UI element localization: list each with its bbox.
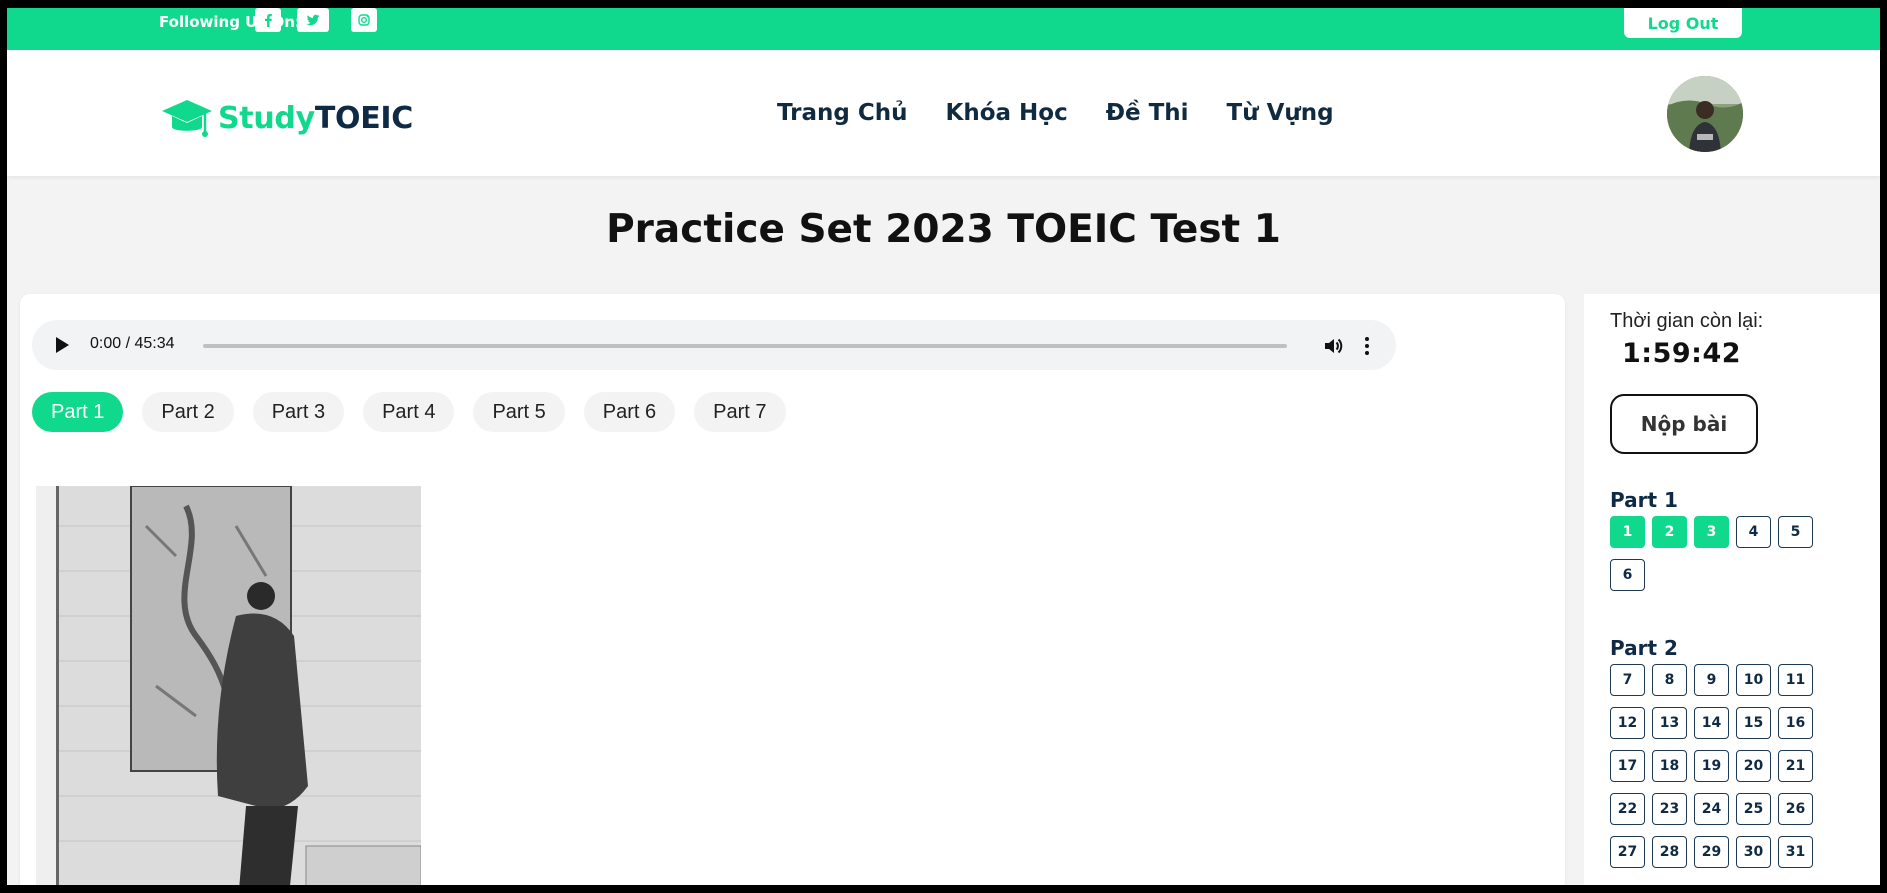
volume-icon[interactable] [1322, 335, 1344, 357]
nav-vocabulary[interactable]: Từ Vựng [1227, 100, 1334, 126]
nav-exams[interactable]: Đề Thi [1106, 100, 1189, 126]
main-nav: Trang Chủ Khóa Học Đề Thi Từ Vựng [777, 100, 1334, 126]
question-button[interactable]: 2 [1652, 516, 1687, 548]
page-title: Practice Set 2023 TOEIC Test 1 [606, 207, 1281, 252]
part2-question-grid: 7 8 9 10 11 12 13 14 15 16 17 18 19 20 2… [1610, 664, 1825, 868]
question-button[interactable]: 18 [1652, 750, 1687, 782]
avatar[interactable] [1667, 76, 1743, 152]
instagram-icon[interactable] [351, 8, 377, 32]
tab-part-3[interactable]: Part 3 [252, 392, 345, 432]
question-button[interactable]: 25 [1736, 793, 1771, 825]
question-button[interactable]: 16 [1778, 707, 1813, 739]
question-button[interactable]: 17 [1610, 750, 1645, 782]
part1-title: Part 1 [1610, 488, 1678, 512]
tab-part-5[interactable]: Part 5 [473, 392, 565, 432]
tab-part-2[interactable]: Part 2 [142, 392, 234, 432]
audio-time: 0:00 / 45:34 [90, 335, 175, 352]
twitter-icon[interactable] [297, 8, 329, 32]
question-button[interactable]: 7 [1610, 664, 1645, 696]
question-button[interactable]: 14 [1694, 707, 1729, 739]
nav-courses[interactable]: Khóa Học [946, 100, 1068, 126]
question-button[interactable]: 22 [1610, 793, 1645, 825]
question-button[interactable]: 15 [1736, 707, 1771, 739]
logo-study: Study [218, 100, 315, 136]
question-button[interactable]: 9 [1694, 664, 1729, 696]
question-photo [36, 486, 421, 885]
question-button[interactable]: 3 [1694, 516, 1729, 548]
question-button[interactable]: 10 [1736, 664, 1771, 696]
test-content-card: 0:00 / 45:34 Part 1 Part 2 Part 3 Part 4… [20, 294, 1565, 885]
browser-viewport: Following Us On: Log Out StudyTOEIC Tran… [7, 8, 1880, 885]
submit-button[interactable]: Nộp bài [1610, 394, 1758, 454]
question-button[interactable]: 23 [1652, 793, 1687, 825]
sidebar-panel: Thời gian còn lại: 1:59:42 Nộp bài Part … [1584, 294, 1880, 885]
question-button[interactable]: 21 [1778, 750, 1813, 782]
tab-part-6[interactable]: Part 6 [583, 392, 676, 432]
part2-title: Part 2 [1610, 636, 1678, 660]
question-button[interactable]: 28 [1652, 836, 1687, 868]
nav-home[interactable]: Trang Chủ [777, 100, 908, 126]
question-button[interactable]: 13 [1652, 707, 1687, 739]
site-header: StudyTOEIC Trang Chủ Khóa Học Đề Thi Từ … [7, 50, 1880, 176]
question-button[interactable]: 24 [1694, 793, 1729, 825]
facebook-icon[interactable] [255, 8, 281, 32]
question-button[interactable]: 5 [1778, 516, 1813, 548]
timer-label: Thời gian còn lại: [1610, 310, 1764, 332]
tab-part-7[interactable]: Part 7 [694, 392, 786, 432]
question-button[interactable]: 20 [1736, 750, 1771, 782]
countdown-timer: 1:59:42 [1622, 338, 1742, 369]
part-tabs: Part 1 Part 2 Part 3 Part 4 Part 5 Part … [32, 392, 786, 432]
question-button[interactable]: 11 [1778, 664, 1813, 696]
question-button[interactable]: 4 [1736, 516, 1771, 548]
tab-part-4[interactable]: Part 4 [363, 392, 455, 432]
graduation-cap-icon [162, 100, 212, 137]
question-button[interactable]: 27 [1610, 836, 1645, 868]
audio-player: 0:00 / 45:34 [32, 320, 1396, 370]
play-icon[interactable] [56, 337, 69, 353]
logo-text: StudyTOEIC [218, 101, 413, 136]
logout-button[interactable]: Log Out [1624, 8, 1742, 38]
audio-progress-track[interactable] [203, 344, 1287, 348]
question-button[interactable]: 30 [1736, 836, 1771, 868]
more-options-icon[interactable] [1362, 335, 1372, 357]
question-button[interactable]: 29 [1694, 836, 1729, 868]
question-button[interactable]: 6 [1610, 559, 1645, 591]
logo-toeic: TOEIC [314, 100, 413, 136]
site-logo[interactable]: StudyTOEIC [160, 96, 413, 140]
tab-part-1[interactable]: Part 1 [32, 392, 124, 432]
question-button[interactable]: 12 [1610, 707, 1645, 739]
top-bar: Following Us On: Log Out [7, 8, 1880, 50]
part1-question-grid: 1 2 3 4 5 6 [1610, 516, 1825, 591]
question-button[interactable]: 8 [1652, 664, 1687, 696]
question-button[interactable]: 31 [1778, 836, 1813, 868]
question-button[interactable]: 1 [1610, 516, 1645, 548]
question-button[interactable]: 26 [1778, 793, 1813, 825]
question-button[interactable]: 19 [1694, 750, 1729, 782]
